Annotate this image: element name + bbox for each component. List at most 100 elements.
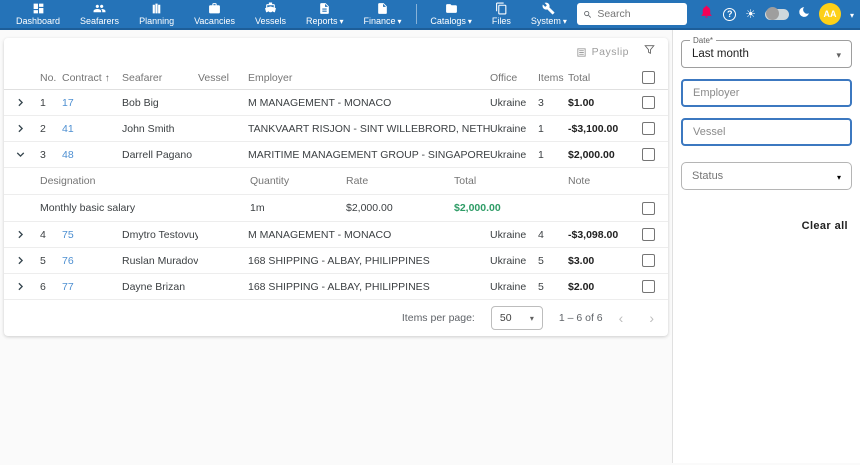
chevron-right-icon	[17, 282, 23, 291]
nav-label: Vessels	[254, 16, 286, 26]
vessel-filter-field	[681, 118, 852, 146]
row-checkbox[interactable]	[641, 280, 655, 293]
row-checkbox[interactable]	[641, 148, 655, 161]
table-row-expanded: 3 48 Darrell Pagano MARITIME MANAGEMENT …	[4, 142, 668, 168]
nav-label: Catalogs	[430, 16, 472, 26]
date-filter-select[interactable]: Date* Last month	[681, 36, 852, 68]
row-items: 4	[538, 228, 544, 241]
vessel-filter-input[interactable]	[693, 126, 840, 138]
col-items[interactable]: Items	[538, 72, 568, 84]
row-no: 2	[40, 122, 46, 135]
next-page-icon[interactable]	[649, 310, 654, 326]
copy-icon	[495, 2, 507, 15]
pagination-bar: Items per page: 50 1 – 6 of 6	[4, 300, 668, 336]
subcol-designation: Designation	[40, 175, 96, 187]
table-row: 6 77 Dayne Brizan 168 SHIPPING - ALBAY, …	[4, 274, 668, 300]
row-seafarer: Dayne Brizan	[122, 280, 186, 293]
chevron-down-icon	[398, 16, 402, 26]
row-checkbox[interactable]	[641, 96, 655, 109]
select-all-checkbox[interactable]	[641, 71, 655, 84]
row-no: 1	[40, 96, 46, 109]
row-employer: MARITIME MANAGEMENT GROUP - SINGAPORE	[248, 148, 490, 161]
contract-link[interactable]: 77	[62, 281, 122, 293]
row-no: 4	[40, 228, 46, 241]
col-total[interactable]: Total	[568, 72, 632, 84]
help-icon[interactable]	[723, 7, 737, 21]
nav-item-catalogs[interactable]: Catalogs	[420, 0, 482, 29]
contract-link[interactable]: 41	[62, 123, 122, 135]
chevron-down-icon	[16, 152, 24, 158]
subrow-checkbox[interactable]	[641, 201, 655, 215]
avatar-menu-chevron-icon[interactable]	[850, 5, 854, 23]
col-employer[interactable]: Employer	[248, 72, 490, 84]
contract-link[interactable]: 17	[62, 97, 122, 109]
nav-item-dashboard[interactable]: Dashboard	[6, 0, 70, 29]
col-vessel[interactable]: Vessel	[198, 72, 248, 84]
nav-label: Files	[491, 16, 511, 26]
bar-chart-icon	[152, 3, 161, 14]
sort-asc-icon	[102, 72, 110, 84]
toggle-knob	[765, 7, 779, 20]
document-icon	[320, 3, 330, 14]
col-office[interactable]: Office	[490, 72, 538, 84]
payslip-icon	[577, 47, 586, 57]
row-checkbox[interactable]	[641, 122, 655, 135]
table-row: 2 41 John Smith TANKVAART RISJON - SINT …	[4, 116, 668, 142]
expand-row-button[interactable]	[4, 228, 40, 241]
nav-label: Vacancies	[194, 16, 235, 26]
expand-row-button[interactable]	[4, 122, 40, 135]
items-per-page-value: 50	[499, 312, 512, 324]
row-items: 5	[538, 254, 544, 267]
date-filter-label: Date*	[690, 36, 717, 45]
nav-item-vacancies[interactable]: Vacancies	[184, 0, 245, 29]
expand-row-button[interactable]	[4, 96, 40, 109]
row-seafarer: Darrell Pagano	[122, 148, 193, 161]
search-input[interactable]	[597, 8, 682, 20]
col-contract[interactable]: Contract	[62, 72, 122, 84]
nav-label: Reports	[306, 16, 344, 26]
row-checkbox[interactable]	[641, 228, 655, 241]
dark-mode-moon-icon	[798, 5, 810, 23]
col-seafarer[interactable]: Seafarer	[122, 72, 198, 84]
contract-link[interactable]: 75	[62, 229, 122, 241]
row-employer: M MANAGEMENT - MONACO	[248, 228, 392, 241]
status-filter-value: Status	[692, 170, 724, 182]
row-total: $1.00	[568, 96, 595, 109]
row-no: 5	[40, 254, 46, 267]
subrow-select-cell	[632, 201, 668, 215]
status-filter-select[interactable]: Status	[681, 162, 852, 190]
employer-filter-input[interactable]	[693, 87, 840, 99]
clear-all-button[interactable]: Clear all	[802, 220, 848, 232]
nav-item-system[interactable]: System	[521, 0, 577, 29]
payslip-label: Payslip	[591, 46, 629, 58]
nav-item-planning[interactable]: Planning	[129, 0, 184, 29]
avatar[interactable]: AA	[818, 3, 841, 25]
nav-item-finance[interactable]: Finance	[354, 0, 412, 29]
nav-item-seafarers[interactable]: Seafarers	[70, 0, 129, 29]
subrow-designation: Monthly basic salary	[40, 202, 136, 214]
row-checkbox[interactable]	[641, 254, 655, 267]
payslip-button[interactable]: Payslip	[576, 46, 629, 58]
contract-link[interactable]: 76	[62, 255, 122, 267]
row-select-cell	[632, 96, 668, 109]
chevron-down-icon	[340, 16, 344, 26]
nav-item-vessels[interactable]: Vessels	[245, 0, 296, 29]
filter-button[interactable]	[643, 43, 656, 61]
row-office: Ukraine	[490, 254, 527, 267]
expand-row-button[interactable]	[4, 254, 40, 267]
chevron-down-icon	[563, 16, 567, 26]
folder-icon	[445, 4, 457, 13]
theme-toggle[interactable]	[764, 7, 789, 20]
notifications-bell-icon[interactable]	[699, 4, 714, 24]
contract-link[interactable]: 48	[62, 149, 122, 161]
row-select-cell	[632, 148, 668, 161]
previous-page-icon[interactable]	[619, 310, 624, 326]
collapse-row-button[interactable]	[4, 148, 40, 161]
row-seafarer: John Smith	[122, 122, 175, 135]
nav-item-reports[interactable]: Reports	[296, 0, 354, 29]
subcol-note: Note	[568, 175, 591, 187]
nav-item-files[interactable]: Files	[482, 0, 521, 29]
search-box[interactable]	[576, 3, 688, 25]
items-per-page-select[interactable]: 50	[490, 306, 543, 330]
expand-row-button[interactable]	[4, 280, 40, 293]
